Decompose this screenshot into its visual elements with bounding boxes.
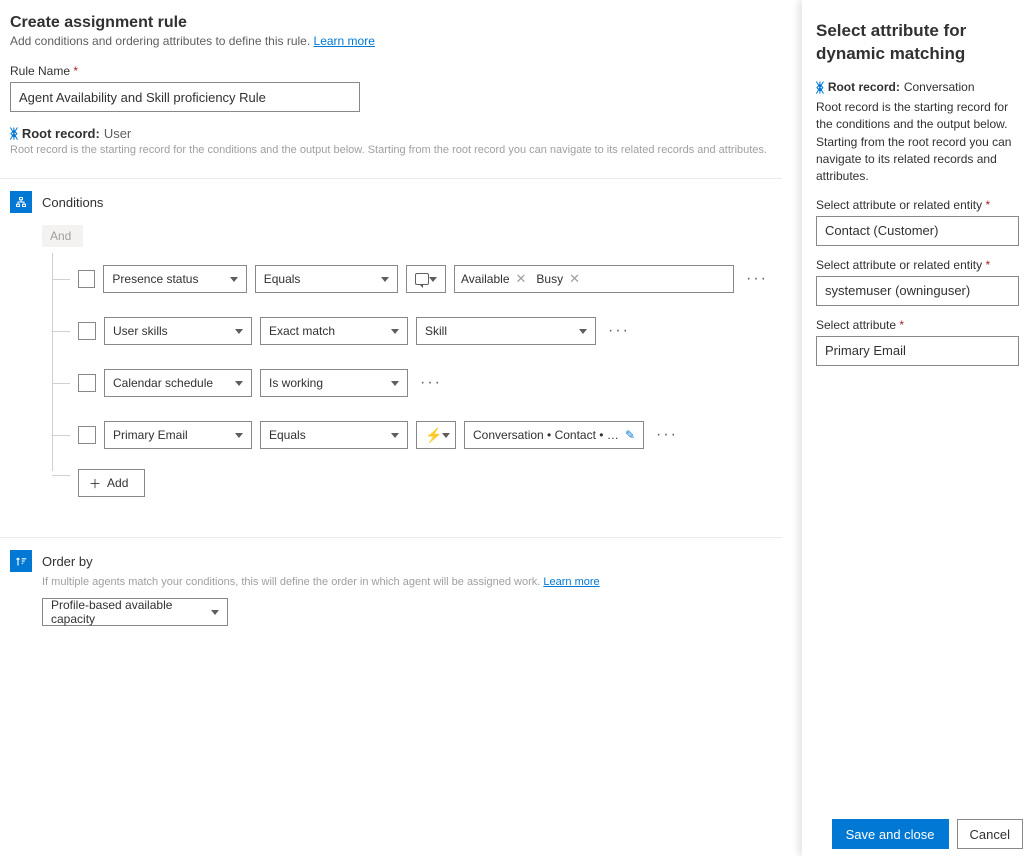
group-operator[interactable]: And — [42, 225, 83, 247]
panel-title: Select attribute for dynamic matching — [816, 20, 1019, 66]
operator-dropdown[interactable]: Is working — [260, 369, 408, 397]
conditions-icon — [10, 191, 32, 213]
root-record-value: User — [104, 126, 131, 141]
chevron-down-icon — [235, 381, 243, 386]
panel-root-desc: Root record is the starting record for t… — [816, 99, 1019, 186]
chevron-down-icon — [442, 433, 450, 438]
hierarchy-icon: ᛤ — [10, 126, 18, 141]
field-dropdown[interactable]: User skills — [104, 317, 252, 345]
rule-name-input[interactable] — [10, 82, 360, 112]
divider — [0, 537, 782, 538]
row-more-menu[interactable]: ··· — [604, 322, 634, 340]
value-type-dropdown[interactable]: ⚡ — [416, 421, 456, 449]
remove-tag-icon[interactable]: ✕ — [569, 271, 580, 287]
edit-icon[interactable]: ✎ — [625, 428, 635, 442]
row-more-menu[interactable]: ··· — [652, 426, 682, 444]
main-content: Create assignment rule Add conditions an… — [0, 0, 782, 856]
chevron-down-icon — [579, 329, 587, 334]
value-dropdown[interactable]: Skill — [416, 317, 596, 345]
panel-footer: Save and close Cancel — [802, 812, 1033, 856]
row-more-menu[interactable]: ··· — [742, 270, 772, 288]
page-subtitle-text: Add conditions and ordering attributes t… — [10, 34, 314, 48]
learn-more-link[interactable]: Learn more — [314, 34, 375, 48]
attribute-panel: Select attribute for dynamic matching ᛤ … — [802, 0, 1033, 856]
chevron-down-icon — [235, 329, 243, 334]
operator-dropdown[interactable]: Equals — [255, 265, 398, 293]
orderby-icon — [10, 550, 32, 572]
rule-name-label: Rule Name * — [10, 64, 772, 78]
tag: Available ✕ — [461, 271, 526, 287]
condition-row: Calendar schedule Is working ··· — [52, 357, 772, 409]
orderby-title: Order by — [42, 554, 93, 569]
orderby-header: Order by — [10, 550, 772, 572]
chevron-down-icon — [230, 277, 238, 282]
orderby-dropdown[interactable]: Profile-based available capacity — [42, 598, 228, 626]
panel-root-record: ᛤ Root record: Conversation — [816, 80, 1019, 95]
divider — [0, 178, 782, 179]
orderby-subtitle: If multiple agents match your conditions… — [42, 576, 772, 588]
static-value-icon — [415, 273, 429, 285]
remove-tag-icon[interactable]: ✕ — [516, 271, 527, 287]
panel-field2-dropdown[interactable]: systemuser (owninguser) — [816, 276, 1019, 306]
row-checkbox[interactable] — [78, 426, 96, 444]
row-more-menu[interactable]: ··· — [416, 374, 446, 392]
plus-icon: ＋ — [89, 475, 101, 492]
tag-value-input[interactable]: Available ✕ Busy ✕ — [454, 265, 734, 293]
conditions-title: Conditions — [42, 195, 103, 210]
condition-row: User skills Exact match Skill ··· — [52, 305, 772, 357]
field-dropdown[interactable]: Calendar schedule — [104, 369, 252, 397]
chevron-down-icon — [391, 381, 399, 386]
operator-dropdown[interactable]: Exact match — [260, 317, 408, 345]
operator-dropdown[interactable]: Equals — [260, 421, 408, 449]
dynamic-value-box[interactable]: Conversation • Contact • User • P... ✎ — [464, 421, 644, 449]
dynamic-value-icon: ⚡ — [425, 427, 442, 444]
save-button[interactable]: Save and close — [832, 819, 949, 849]
orderby-learn-more-link[interactable]: Learn more — [543, 576, 599, 588]
chevron-down-icon — [391, 433, 399, 438]
required-star: * — [73, 64, 78, 78]
chevron-down-icon — [429, 277, 437, 282]
panel-field3-label: Select attribute * — [816, 318, 1019, 332]
chevron-down-icon — [391, 329, 399, 334]
tag: Busy ✕ — [536, 271, 580, 287]
root-record-label: Root record: — [22, 126, 100, 141]
add-condition-button[interactable]: ＋ Add — [78, 469, 145, 497]
condition-tree: Presence status Equals Available ✕ Busy — [52, 253, 772, 497]
hierarchy-icon: ᛤ — [816, 80, 824, 95]
cancel-button[interactable]: Cancel — [957, 819, 1023, 849]
page-subtitle: Add conditions and ordering attributes t… — [10, 34, 772, 48]
root-record-desc: Root record is the starting record for t… — [10, 143, 772, 158]
page-title: Create assignment rule — [10, 14, 772, 32]
panel-field1-label: Select attribute or related entity * — [816, 198, 1019, 212]
condition-row: Presence status Equals Available ✕ Busy — [52, 253, 772, 305]
panel-field3-dropdown[interactable]: Primary Email — [816, 336, 1019, 366]
row-checkbox[interactable] — [78, 322, 96, 340]
field-dropdown[interactable]: Presence status — [103, 265, 246, 293]
value-type-dropdown[interactable] — [406, 265, 446, 293]
field-dropdown[interactable]: Primary Email — [104, 421, 252, 449]
chevron-down-icon — [235, 433, 243, 438]
row-checkbox[interactable] — [78, 270, 95, 288]
conditions-header: Conditions — [10, 191, 772, 213]
row-checkbox[interactable] — [78, 374, 96, 392]
chevron-down-icon — [381, 277, 389, 282]
chevron-down-icon — [211, 610, 219, 615]
root-record-line: ᛤ Root record: User — [10, 126, 772, 141]
panel-field1-dropdown[interactable]: Contact (Customer) — [816, 216, 1019, 246]
condition-row: Primary Email Equals ⚡ Conversation • Co… — [52, 409, 772, 461]
panel-field2-label: Select attribute or related entity * — [816, 258, 1019, 272]
conditions-body: And Presence status Equals Ava — [42, 225, 772, 497]
